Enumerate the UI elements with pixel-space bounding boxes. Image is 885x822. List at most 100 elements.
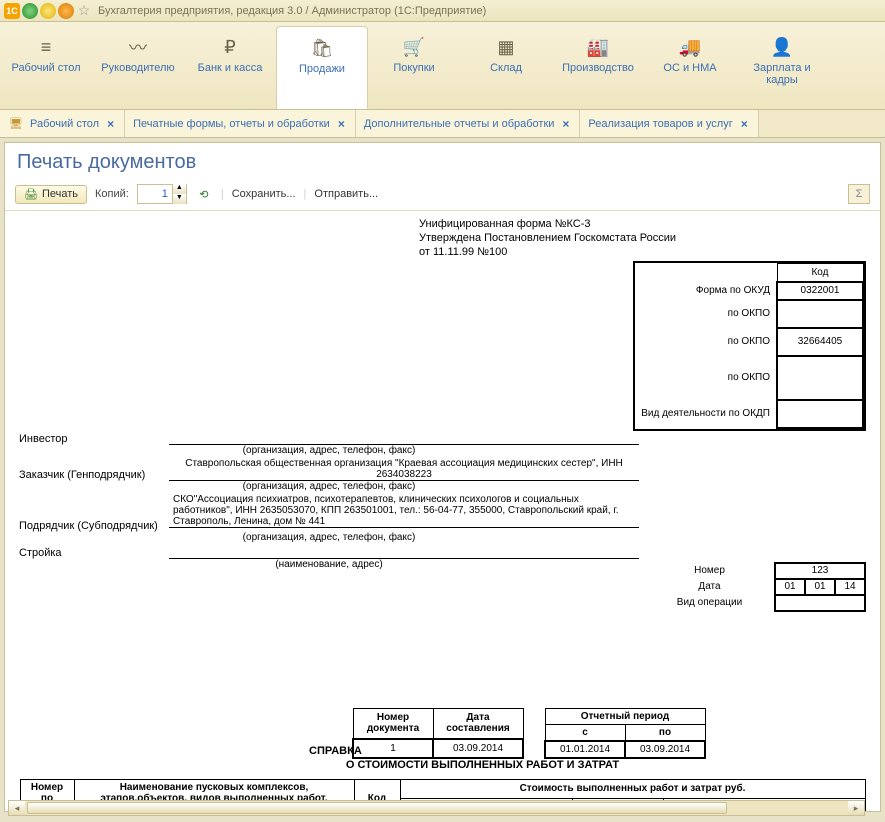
factory-icon: 🏭 <box>554 32 642 62</box>
close-icon[interactable]: × <box>560 117 571 131</box>
copies-label: Копий: <box>95 188 129 200</box>
okdp-label: Вид деятельности по ОКДП <box>635 400 777 428</box>
nav-label: Производство <box>554 62 642 74</box>
nav-label: Руководителю <box>94 62 182 74</box>
scroll-thumb[interactable] <box>27 802 727 814</box>
window-button-3[interactable] <box>58 3 74 19</box>
tab-realization[interactable]: Реализация товаров и услуг × <box>580 110 758 137</box>
nav-desktop[interactable]: ≡Рабочий стол <box>0 26 92 109</box>
doc-subtitle: О СТОИМОСТИ ВЫПОЛНЕННЫХ РАБОТ И ЗАТРАТ <box>99 759 866 771</box>
period-to: 03.09.2014 <box>625 741 705 758</box>
menu-icon: ≡ <box>2 32 90 62</box>
page-title: Печать документов <box>5 143 880 180</box>
nav-label: Зарплата и кадры <box>738 62 826 86</box>
bag-icon: 🛍 <box>279 33 365 63</box>
print-label: Печать <box>42 188 78 200</box>
scroll-right-icon[interactable]: ▸ <box>848 801 864 815</box>
form-header-line: Утверждена Постановлением Госкомстата Ро… <box>419 231 866 245</box>
date-day: 01 <box>775 579 805 595</box>
doc-date-value: 03.09.2014 <box>433 739 523 758</box>
window-titlebar: 1С ☆ Бухгалтерия предприятия, редакция 3… <box>0 0 885 22</box>
spin-up-icon[interactable]: ▲ <box>172 184 186 194</box>
okpo-contractor <box>777 356 863 400</box>
nav-label: ОС и НМА <box>646 62 734 74</box>
ruble-icon: ₽ <box>186 32 274 62</box>
code-header: Код <box>777 264 863 282</box>
tab-label: Реализация товаров и услуг <box>588 118 732 130</box>
okpo-investor <box>777 300 863 328</box>
period-from: 01.01.2014 <box>545 741 625 758</box>
copies-input[interactable] <box>138 188 172 200</box>
app-logo-icon: 1С <box>4 3 20 19</box>
customer-value: Ставропольская общественная организация … <box>169 458 639 481</box>
send-button[interactable]: Отправить... <box>314 188 378 200</box>
sigma-button[interactable]: Σ <box>848 184 870 204</box>
cart-icon: 🛒 <box>370 32 458 62</box>
date-month: 01 <box>805 579 835 595</box>
window-button-2[interactable] <box>40 3 56 19</box>
nav-bank[interactable]: ₽Банк и касса <box>184 26 276 109</box>
nav-purchase[interactable]: 🛒Покупки <box>368 26 460 109</box>
refresh-icon[interactable]: ⟲ <box>195 185 213 203</box>
okpo-customer: 32664405 <box>777 328 863 356</box>
code-box: Код Форма по ОКУД0322001 по ОКПО по ОКПО… <box>633 261 866 431</box>
th: Номер документа <box>353 708 433 739</box>
field-note: (организация, адрес, телефон, факс) <box>19 481 639 492</box>
investor-label: Инвестор <box>19 433 169 445</box>
close-icon[interactable]: × <box>739 117 750 131</box>
form-header-line: Унифицированная форма №КС-3 <box>419 217 866 231</box>
nav-sales[interactable]: 🛍Продажи <box>276 26 368 109</box>
tab-label: Печатные формы, отчеты и обработки <box>133 118 330 130</box>
window-button-1[interactable] <box>22 3 38 19</box>
nav-label: Склад <box>462 62 550 74</box>
favorite-icon[interactable]: ☆ <box>76 3 92 19</box>
tab-extra-reports[interactable]: Дополнительные отчеты и обработки × <box>356 110 581 137</box>
field-note: (наименование, адрес) <box>19 559 639 570</box>
close-icon[interactable]: × <box>105 117 116 131</box>
nav-label: Продажи <box>279 63 365 75</box>
spin-down-icon[interactable]: ▼ <box>172 194 186 204</box>
tab-print-forms[interactable]: Печатные формы, отчеты и обработки × <box>125 110 356 137</box>
contractor-value: СКО"Ассоциация психиатров, психотерапевт… <box>169 494 639 528</box>
toolbar: 🖨Печать Копий: ▲▼ ⟲ | Сохранить... | Отп… <box>5 180 880 211</box>
customer-label: Заказчик (Генподрядчик) <box>19 469 169 481</box>
nav-salary[interactable]: 👤Зарплата и кадры <box>736 26 828 109</box>
truck-icon: 🚚 <box>646 32 734 62</box>
period-table: Отчетный период спо 01.01.201403.09.2014 <box>544 708 706 759</box>
nav-label: Банк и касса <box>186 62 274 74</box>
tab-desktop[interactable]: 🖥Рабочий стол× <box>0 110 125 137</box>
window-title: Бухгалтерия предприятия, редакция 3.0 / … <box>98 5 486 17</box>
save-button[interactable]: Сохранить... <box>232 188 296 200</box>
nav-warehouse[interactable]: ▦Склад <box>460 26 552 109</box>
okpo-label: по ОКПО <box>635 300 777 328</box>
tab-label: Дополнительные отчеты и обработки <box>364 118 555 130</box>
tab-label: Рабочий стол <box>30 118 99 130</box>
th: Отчетный период <box>545 708 705 724</box>
open-tabs: 🖥Рабочий стол× Печатные формы, отчеты и … <box>0 110 885 138</box>
grid-icon: ▦ <box>462 32 550 62</box>
th: Стоимость выполненных работ и затрат руб… <box>400 779 865 798</box>
chart-icon: 〰 <box>94 32 182 62</box>
scroll-left-icon[interactable]: ◂ <box>9 801 25 815</box>
th: по <box>625 724 705 741</box>
print-button[interactable]: 🖨Печать <box>15 185 87 204</box>
copies-stepper[interactable]: ▲▼ <box>137 184 187 204</box>
nav-label: Рабочий стол <box>2 62 90 74</box>
form-header-line: от 11.11.99 №100 <box>419 245 866 259</box>
doc-meta-box: Номер123 Дата 01 01 14 Вид операции <box>645 562 866 612</box>
construction-label: Стройка <box>19 547 169 559</box>
okdp-value <box>777 400 863 428</box>
horizontal-scrollbar[interactable]: ◂▸ <box>8 800 865 816</box>
investor-value <box>169 431 639 445</box>
operation-label: Вид операции <box>645 595 775 611</box>
th: с <box>545 724 625 741</box>
close-icon[interactable]: × <box>336 117 347 131</box>
nav-assets[interactable]: 🚚ОС и НМА <box>644 26 736 109</box>
nav-manager[interactable]: 〰Руководителю <box>92 26 184 109</box>
okud-value: 0322001 <box>777 282 863 300</box>
content-panel: Печать документов 🖨Печать Копий: ▲▼ ⟲ | … <box>4 142 881 812</box>
doc-number-table: Номер документаДата составления 103.09.2… <box>352 708 524 759</box>
operation-value <box>775 595 865 611</box>
contractor-label: Подрядчик (Субподрядчик) <box>19 494 169 532</box>
nav-production[interactable]: 🏭Производство <box>552 26 644 109</box>
